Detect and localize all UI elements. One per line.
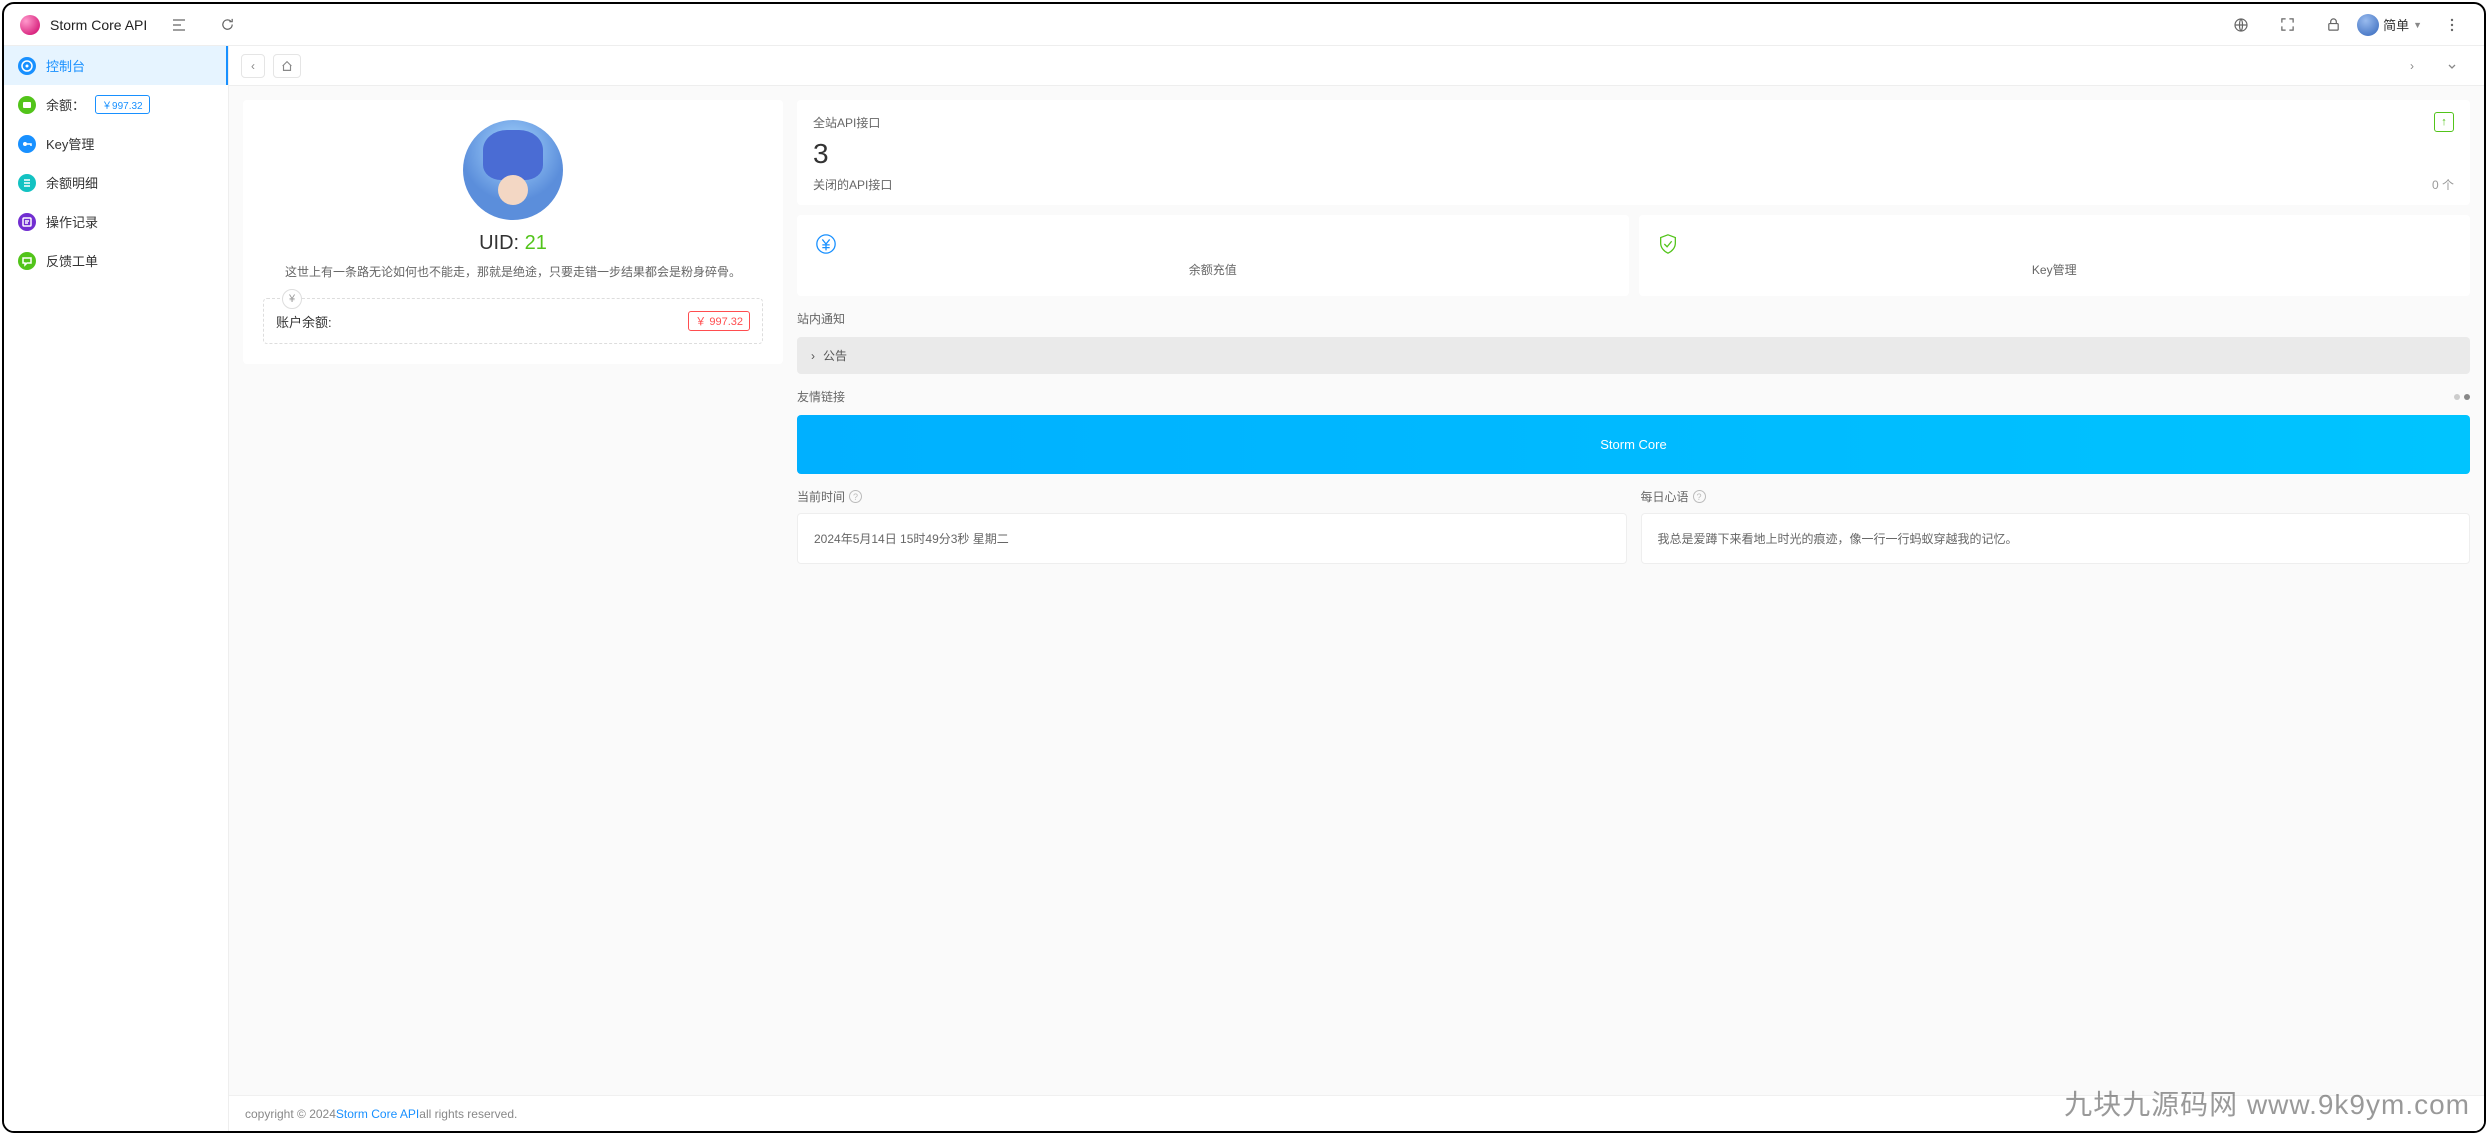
user-name: 简单 (2383, 15, 2409, 34)
user-avatar-large (463, 120, 563, 220)
tabbar: ‹ › (229, 46, 2484, 86)
sidebar-label: 反馈工单 (46, 251, 98, 270)
stat-closed-value: 0 个 (2432, 176, 2454, 193)
motto-text: 这世上有一条路无论如何也不能走，那就是绝途，只要走错一步结果都会是粉身碎骨。 (263, 263, 763, 280)
carousel-dots[interactable] (2454, 394, 2470, 400)
help-icon[interactable]: ? (1693, 490, 1706, 503)
keymgr-label: Key管理 (1657, 261, 2453, 278)
log-icon (18, 213, 36, 231)
sidebar-label: 余额： (46, 95, 85, 114)
links-title: 友情链接 (797, 388, 2470, 405)
list-icon (18, 174, 36, 192)
tab-back-button[interactable]: ‹ (241, 54, 265, 78)
dot-active[interactable] (2464, 394, 2470, 400)
stat-total-value: 3 (813, 138, 2454, 170)
lock-icon[interactable] (2317, 9, 2349, 41)
wallet-icon (18, 96, 36, 114)
keymgr-button[interactable]: Key管理 (1639, 215, 2471, 296)
currency-icon: ¥ (282, 289, 302, 309)
collapse-menu-icon[interactable] (163, 9, 195, 41)
recharge-button[interactable]: 余额充值 (797, 215, 1629, 296)
chevron-right-icon: › (811, 349, 815, 363)
key-icon (18, 135, 36, 153)
tab-dropdown-button[interactable] (2440, 54, 2464, 78)
balance-badge: ￥997.32 (95, 95, 150, 114)
dashboard-icon (18, 57, 36, 75)
sidebar-label: 操作记录 (46, 212, 98, 231)
announcement-text: 公告 (823, 347, 847, 364)
sidebar-item-key[interactable]: Key管理 (4, 124, 228, 163)
user-avatar-icon (2357, 14, 2379, 36)
dot[interactable] (2454, 394, 2460, 400)
time-value: 2024年5月14日 15时49分3秒 星期二 (797, 513, 1627, 564)
sidebar-item-dashboard[interactable]: 控制台 (4, 46, 228, 85)
recharge-label: 余额充值 (815, 261, 1611, 278)
time-title: 当前时间 (797, 488, 845, 505)
sidebar-item-balance-detail[interactable]: 余额明细 (4, 163, 228, 202)
app-title: Storm Core API (50, 17, 147, 33)
sidebar-label: 余额明细 (46, 173, 98, 192)
sidebar-item-balance[interactable]: 余额： ￥997.32 (4, 85, 228, 124)
notice-title: 站内通知 (797, 310, 2470, 327)
uid-line: UID: 21 (263, 232, 763, 255)
more-icon[interactable] (2436, 9, 2468, 41)
user-menu[interactable]: 简单 ▼ (2357, 14, 2422, 36)
yen-icon (815, 233, 1611, 255)
tab-home[interactable] (273, 54, 301, 78)
feedback-icon (18, 252, 36, 270)
sidebar-label: 控制台 (46, 56, 85, 75)
quote-value: 我总是爱蹲下来看地上时光的痕迹，像一行一行蚂蚁穿越我的记忆。 (1641, 513, 2471, 564)
sidebar-item-logs[interactable]: 操作记录 (4, 202, 228, 241)
footer-link[interactable]: Storm Core API (336, 1107, 419, 1121)
chevron-down-icon: ▼ (2413, 20, 2422, 30)
announcement-item[interactable]: › 公告 (797, 337, 2470, 374)
stat-total-label: 全站API接口 (813, 114, 880, 131)
header: Storm Core API 简单 ▼ (4, 4, 2484, 46)
app-logo-icon (20, 15, 40, 35)
stat-closed-label: 关闭的API接口 (813, 176, 892, 193)
quote-panel: 每日心语 ? 我总是爱蹲下来看地上时光的痕迹，像一行一行蚂蚁穿越我的记忆。 (1641, 488, 2471, 564)
shield-icon (1657, 233, 2453, 255)
fullscreen-icon[interactable] (2271, 9, 2303, 41)
tab-forward-button[interactable]: › (2400, 54, 2424, 78)
time-panel: 当前时间 ? 2024年5月14日 15时49分3秒 星期二 (797, 488, 1627, 564)
balance-amount: ￥ 997.32 (688, 311, 750, 331)
up-arrow-icon[interactable]: ↑ (2434, 112, 2454, 132)
link-banner[interactable]: Storm Core (797, 415, 2470, 474)
globe-icon[interactable] (2225, 9, 2257, 41)
footer: copyright © 2024 Storm Core API all righ… (229, 1095, 2484, 1131)
help-icon[interactable]: ? (849, 490, 862, 503)
stats-card: 全站API接口 ↑ 3 关闭的API接口 0 个 (797, 100, 2470, 205)
sidebar: 控制台 余额： ￥997.32 Key管理 余额明细 操作记录 反馈工单 (4, 46, 229, 1131)
uid-value: 21 (525, 232, 547, 254)
quote-title: 每日心语 (1641, 488, 1689, 505)
profile-card: UID: 21 这世上有一条路无论如何也不能走，那就是绝途，只要走错一步结果都会… (243, 100, 783, 364)
sidebar-label: Key管理 (46, 134, 94, 153)
sidebar-item-feedback[interactable]: 反馈工单 (4, 241, 228, 280)
balance-box: ¥ 账户余额: ￥ 997.32 (263, 298, 763, 344)
balance-label: 账户余额: (276, 312, 332, 331)
refresh-icon[interactable] (211, 9, 243, 41)
